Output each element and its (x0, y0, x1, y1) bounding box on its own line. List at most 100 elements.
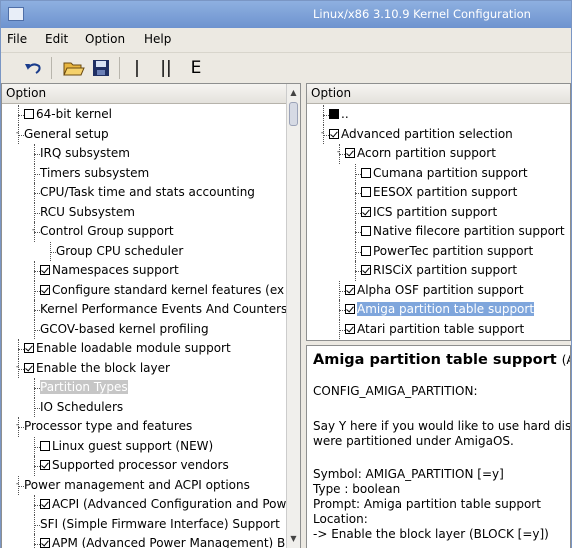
option-checkbox[interactable] (40, 265, 50, 275)
window-menu-icon[interactable] (8, 7, 24, 21)
collapse-expander-icon[interactable]: - (13, 362, 22, 373)
right-tree-item-label: ICS partition support (373, 204, 498, 219)
tree-connector (355, 163, 356, 183)
left-tree-item-label: Power management and ACPI options (24, 477, 250, 492)
left-tree-item-row[interactable]: Partition Types (40, 378, 128, 398)
collapse-expander-icon[interactable]: - (13, 479, 22, 490)
left-tree-item-row[interactable]: APM (Advanced Power Management) B (40, 534, 285, 548)
right-tree-item-row[interactable]: Amiga partition table support (345, 300, 535, 320)
option-checkbox[interactable] (361, 167, 371, 178)
left-tree-item-label: Partition Types (40, 380, 128, 394)
left-tree-item-row[interactable]: Configure standard kernel features (ex (40, 281, 284, 301)
left-tree-item-label: Processor type and features (24, 419, 193, 433)
left-tree-item-row[interactable]: Control Group support (40, 222, 174, 242)
left-tree-item-row[interactable]: Group CPU scheduler (56, 242, 183, 262)
left-tree-item-label: Control Group support (40, 224, 174, 238)
left-tree-item-row[interactable]: Namespaces support (40, 261, 179, 281)
right-tree-item-row[interactable]: PowerTec partition support (361, 242, 533, 262)
tree-connector (323, 105, 324, 125)
scroll-down-icon[interactable]: ▼ (287, 532, 300, 546)
option-checkbox[interactable] (40, 499, 50, 509)
left-tree-pane: Option 64-bit kernel - General setup IRQ su… (1, 83, 301, 548)
left-tree-item-label: General setup (24, 126, 109, 141)
help-location-path: -> Enable the block layer (BLOCK [=y]) (313, 527, 549, 541)
tree-connector (355, 261, 356, 281)
left-tree-item-row[interactable]: Supported processor vendors (40, 456, 229, 476)
menu-edit-label: Edit (45, 32, 69, 46)
split-view-button[interactable]: || (155, 57, 177, 79)
left-tree-item-row[interactable]: Processor type and features (24, 417, 192, 437)
menu-help[interactable]: Help (144, 32, 171, 46)
full-view-button[interactable]: E (187, 57, 205, 79)
collapse-expander-icon[interactable]: - (13, 421, 22, 431)
left-tree-item-row[interactable]: GCOV-based kernel profiling (40, 320, 209, 340)
collapse-expander-icon[interactable]: - (29, 226, 38, 236)
right-tree-item-row[interactable]: EESOX partition support (361, 183, 517, 203)
option-checkbox[interactable] (345, 148, 355, 158)
option-checkbox[interactable] (24, 343, 34, 353)
left-tree-item-row[interactable]: SFI (Simple Firmware Interface) Support (40, 515, 280, 535)
left-tree-item-row[interactable]: Linux guest support (NEW) (40, 437, 213, 457)
right-tree-item-row[interactable]: RISCiX partition support (361, 261, 517, 281)
left-tree-item-label: IRQ subsystem (40, 146, 130, 160)
right-tree-item-row[interactable]: Acorn partition support (345, 144, 496, 164)
tree-connector (50, 241, 51, 261)
left-tree-item-row[interactable]: Kernel Performance Events And Counters (40, 300, 287, 320)
right-tree-item-row[interactable]: Advanced partition selection (329, 125, 513, 145)
collapse-expander-icon[interactable]: - (13, 128, 22, 139)
left-tree-item-row[interactable]: IO Schedulers (40, 398, 123, 418)
option-checkbox[interactable] (361, 265, 371, 275)
option-checkbox[interactable] (24, 362, 34, 373)
menu-file[interactable]: File (7, 32, 27, 46)
left-tree-item-row[interactable]: Power management and ACPI options (24, 476, 250, 496)
option-checkbox[interactable] (361, 187, 371, 197)
left-tree-item-row[interactable]: Timers subsystem (40, 164, 149, 184)
option-checkbox[interactable] (345, 284, 355, 295)
option-checkbox[interactable] (40, 284, 50, 295)
tree-connector (34, 495, 35, 515)
option-checkbox[interactable] (361, 226, 371, 236)
option-checkbox[interactable] (40, 440, 50, 451)
right-tree-item-row[interactable]: Cumana partition support (361, 164, 528, 184)
right-tree-item-row[interactable]: Atari partition table support (345, 320, 524, 340)
option-checkbox[interactable] (345, 323, 355, 334)
left-scrollbar[interactable]: ▲ ▼ (286, 84, 300, 548)
collapse-expander-icon[interactable]: - (318, 128, 327, 139)
right-tree-item-label: Cumana partition support (373, 165, 528, 180)
option-checkbox[interactable] (361, 206, 371, 217)
menu-option[interactable]: Option (85, 32, 125, 46)
scroll-thumb[interactable] (289, 102, 298, 126)
right-tree-item-row[interactable]: ICS partition support (361, 203, 497, 223)
collapse-expander-icon[interactable]: - (334, 148, 343, 158)
help-desc-line2: were partitioned under AmigaOS. (313, 434, 514, 448)
left-tree-item-row[interactable]: General setup (24, 125, 109, 145)
right-tree-item-row[interactable]: Alpha OSF partition support (345, 281, 524, 301)
save-button[interactable] (89, 57, 113, 79)
left-tree-item-row[interactable]: CPU/Task time and stats accounting (40, 183, 255, 203)
option-checkbox[interactable] (345, 304, 355, 314)
left-tree-item-row[interactable]: Enable the block layer (24, 359, 170, 379)
left-tree-item-row[interactable]: ACPI (Advanced Configuration and Pow (40, 495, 286, 515)
scroll-up-icon[interactable]: ▲ (287, 86, 300, 100)
right-tree-item-row[interactable]: Native filecore partition support (361, 222, 565, 242)
left-tree-item-label: Configure standard kernel features (ex (52, 282, 285, 297)
option-checkbox[interactable] (361, 245, 371, 256)
parent-menu-icon[interactable] (329, 109, 339, 119)
option-checkbox[interactable] (40, 538, 50, 548)
load-button[interactable] (61, 57, 87, 79)
right-tree-item-label: Advanced partition selection (341, 126, 513, 141)
left-tree-item-row[interactable]: RCU Subsystem (40, 203, 135, 223)
back-button[interactable] (21, 57, 45, 79)
right-tree-item-label: Acorn partition support (357, 146, 496, 160)
option-checkbox[interactable] (24, 109, 34, 119)
left-tree-item-row[interactable]: Enable loadable module support (24, 339, 231, 359)
option-checkbox[interactable] (40, 460, 50, 470)
option-checkbox[interactable] (329, 128, 339, 139)
tree-connector (34, 534, 35, 548)
right-tree-item-row[interactable]: .. (329, 105, 349, 125)
menu-edit[interactable]: Edit (45, 32, 68, 46)
left-tree-item-row[interactable]: 64-bit kernel (24, 105, 112, 125)
left-tree-item-label: APM (Advanced Power Management) B (52, 536, 286, 548)
single-view-button[interactable]: | (129, 57, 145, 79)
left-tree-item-row[interactable]: IRQ subsystem (40, 144, 130, 164)
